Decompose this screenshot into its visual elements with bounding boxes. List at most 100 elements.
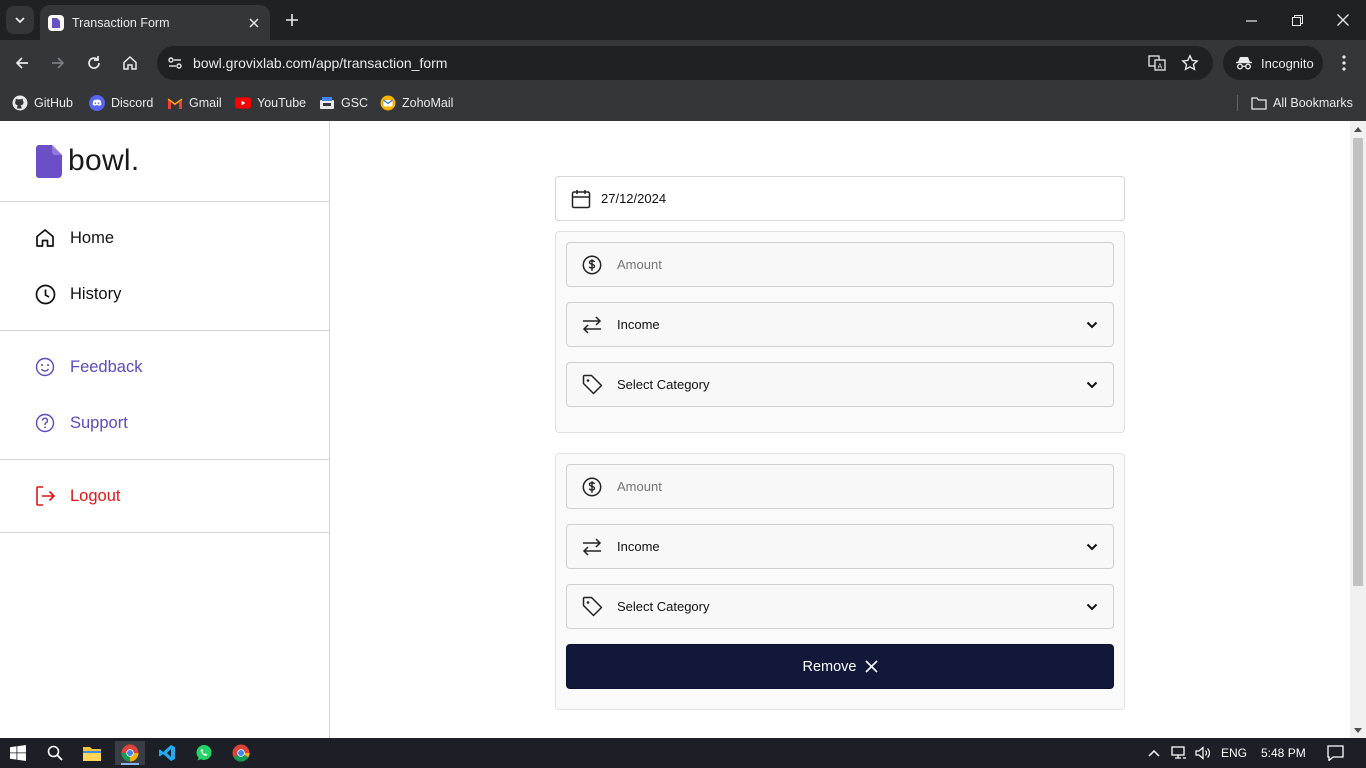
tab-search-button[interactable] (6, 6, 34, 34)
tab-close-icon[interactable] (244, 13, 264, 33)
bookmark-star-icon[interactable] (1178, 51, 1202, 75)
clock-time[interactable]: 5:48 PM (1261, 746, 1306, 760)
amount-input[interactable] (617, 257, 1057, 272)
page-scrollbar[interactable] (1350, 121, 1366, 738)
tag-icon (581, 596, 603, 618)
discord-icon (89, 95, 105, 111)
translate-icon[interactable]: A (1145, 51, 1169, 75)
home-button[interactable] (116, 49, 144, 77)
language-indicator[interactable]: ENG (1221, 746, 1247, 760)
reload-button[interactable] (80, 49, 108, 77)
brand-logo[interactable]: bowl. (0, 121, 329, 202)
close-window-button[interactable] (1320, 0, 1366, 40)
gsc-icon (319, 95, 335, 111)
transaction-type-select[interactable]: Income (566, 302, 1114, 347)
scroll-up-icon[interactable] (1350, 121, 1366, 137)
chrome-app-second[interactable] (226, 741, 256, 765)
address-bar[interactable]: bowl.grovixlab.com/app/transaction_form … (157, 46, 1213, 80)
chrome-icon (121, 744, 139, 762)
vscode-app[interactable] (152, 741, 182, 765)
brand-name: bowl. (68, 144, 140, 177)
bookmark-discord[interactable]: Discord (89, 92, 153, 114)
remove-transaction-button[interactable]: Remove (566, 644, 1114, 689)
start-button[interactable] (3, 741, 33, 765)
notification-icon (1326, 745, 1344, 761)
transaction-type-select[interactable]: Income (566, 524, 1114, 569)
primary-nav: Home History (0, 202, 329, 331)
bookmark-gmail[interactable]: Gmail (167, 92, 222, 114)
tray-overflow-button[interactable] (1141, 741, 1167, 765)
bookmark-gsc[interactable]: GSC (319, 92, 368, 114)
new-tab-button[interactable] (280, 8, 304, 32)
nav-item-logout[interactable]: Logout (0, 468, 329, 524)
secondary-nav: Feedback Support (0, 331, 329, 460)
remove-label: Remove (802, 658, 857, 675)
bookmark-github[interactable]: GitHub (12, 92, 73, 114)
chevron-down-icon (1081, 596, 1103, 618)
amount-field[interactable] (566, 464, 1114, 509)
chrome-app-active[interactable] (115, 741, 145, 765)
browser-toolbar: bowl.grovixlab.com/app/transaction_form … (0, 40, 1366, 86)
bookmark-zohomail[interactable]: ZohoMail (380, 92, 453, 114)
youtube-icon (235, 95, 251, 111)
incognito-indicator[interactable]: Incognito (1223, 46, 1323, 80)
speaker-icon (1195, 746, 1210, 760)
minimize-icon (1245, 19, 1257, 22)
chevron-down-icon (1081, 314, 1103, 336)
windows-taskbar: ENG 5:48 PM (0, 738, 1366, 768)
plus-icon (286, 14, 298, 26)
chrome-icon (232, 744, 250, 762)
scroll-down-icon[interactable] (1350, 722, 1366, 738)
taskbar-search-button[interactable] (40, 741, 70, 765)
browser-menu-button[interactable] (1332, 49, 1356, 77)
site-info-icon[interactable] (163, 51, 187, 75)
restore-button[interactable] (1274, 0, 1320, 40)
scrollbar-thumb[interactable] (1353, 138, 1363, 586)
notifications-button[interactable] (1320, 741, 1350, 765)
windows-logo-icon (10, 745, 26, 761)
bookmarks-divider (1237, 95, 1238, 111)
calendar-icon (570, 188, 592, 210)
nav-item-support[interactable]: Support (0, 395, 329, 451)
category-select[interactable]: Select Category (566, 362, 1114, 407)
category-select[interactable]: Select Category (566, 584, 1114, 629)
dollar-icon (581, 476, 603, 498)
incognito-icon (1236, 57, 1252, 70)
chevron-up-icon (1148, 749, 1160, 757)
minimize-button[interactable] (1228, 0, 1274, 40)
active-app-indicator (121, 763, 139, 765)
amount-field[interactable] (566, 242, 1114, 287)
all-bookmarks-label: All Bookmarks (1273, 96, 1353, 110)
date-picker[interactable]: 27/12/2024 (555, 176, 1125, 221)
amount-input[interactable] (617, 479, 1057, 494)
incognito-label: Incognito (1261, 55, 1314, 71)
nav-item-home[interactable]: Home (0, 210, 329, 266)
folder-icon (1251, 95, 1267, 111)
category-value: Select Category (617, 377, 710, 392)
whatsapp-app[interactable] (189, 741, 219, 765)
category-value: Select Category (617, 599, 710, 614)
all-bookmarks-button[interactable]: All Bookmarks (1251, 92, 1353, 114)
nav-item-history[interactable]: History (0, 266, 329, 322)
volume-button[interactable] (1190, 741, 1216, 765)
gmail-icon (167, 95, 183, 111)
reload-icon (88, 56, 100, 69)
date-value: 27/12/2024 (601, 191, 667, 206)
nav-item-feedback[interactable]: Feedback (0, 339, 329, 395)
github-icon (12, 95, 28, 111)
nav-label: Support (70, 413, 128, 432)
forward-button[interactable] (44, 49, 72, 77)
back-button[interactable] (8, 49, 36, 77)
page-favicon-icon (48, 14, 64, 31)
more-vertical-icon (1342, 55, 1346, 71)
account-nav: Logout (0, 460, 329, 533)
network-status-button[interactable] (1166, 741, 1192, 765)
browser-tab-active[interactable]: Transaction Form (40, 5, 270, 40)
chevron-down-icon (1081, 536, 1103, 558)
tag-icon (581, 374, 603, 396)
folder-icon (83, 746, 101, 761)
bookmark-youtube[interactable]: YouTube (235, 92, 306, 114)
close-icon (1337, 14, 1349, 26)
file-explorer-app[interactable] (77, 741, 107, 765)
bookmark-label: YouTube (257, 96, 307, 110)
